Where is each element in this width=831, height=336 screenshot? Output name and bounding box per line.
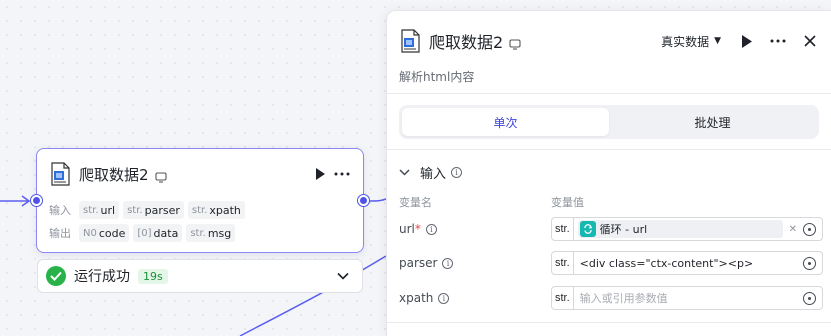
output-chip-data: [0] data [133,224,183,242]
parser-value[interactable]: <div class="ctx-content"><p> [580,257,803,270]
caret-down-icon: ▼ [714,36,721,46]
input-chip-url: str. url [79,201,120,219]
param-row-parser: parser i str. <div class="ctx-content"><… [399,251,825,275]
node-badge-icon [509,35,521,50]
close-icon[interactable] [799,30,821,52]
output-port[interactable] [358,195,369,206]
column-header-name: 变量名 [399,196,432,209]
run-node-button[interactable] [309,163,331,185]
xpath-placeholder[interactable]: 输入或引用参数值 [580,290,803,306]
loop-icon [579,221,596,237]
panel-title: 爬取数据2 [429,33,504,52]
divider [387,93,831,94]
input-chip-xpath: str. xpath [187,201,245,219]
type-tag: str. [552,218,574,240]
reference-tag: 循环 - url [577,220,783,238]
node-badge-icon [154,168,167,183]
more-options-icon[interactable] [331,163,353,185]
data-mode-label: 真实数据 [661,34,710,49]
param-name: parser i [399,256,551,270]
output-chip-msg: str. msg [186,224,236,242]
output-chip-code: N0 code [79,224,130,242]
xpath-value-field[interactable]: str. 输入或引用参数值 [551,286,823,310]
divider [387,322,831,323]
reference-picker-icon[interactable] [803,291,816,305]
info-icon[interactable]: i [438,292,450,304]
reference-picker-icon[interactable] [803,256,816,270]
reference-text: 循环 - url [599,223,648,236]
more-options-icon[interactable] [767,30,789,52]
section-title: 输入 [420,167,447,182]
chevron-down-icon[interactable] [332,265,354,287]
inputs-label: 输入 [49,204,71,217]
info-icon[interactable]: i [442,257,454,269]
duration-badge: 19s [138,268,168,284]
input-chip-parser: str. parser [123,201,184,219]
data-mode-dropdown[interactable]: 真实数据 ▼ [661,33,721,50]
param-row-url: url * i str. 循环 - url ✕ [399,217,825,241]
input-section-header[interactable]: 输入 i [399,163,463,182]
node-inputs-row: 输入 str. url str. parser str. xpath [49,201,249,219]
node-outputs-row: 输出 N0 code [0] data str. msg [49,224,239,242]
column-header-value: 变量值 [551,196,584,209]
document-app-icon [399,29,421,53]
success-check-icon [46,266,66,286]
clear-icon[interactable]: ✕ [789,224,797,235]
divider [387,149,831,150]
run-panel-button[interactable] [735,30,757,52]
reference-picker-icon[interactable] [803,222,816,236]
parser-value-field[interactable]: str. <div class="ctx-content"><p> [551,251,823,275]
outputs-label: 输出 [49,227,71,240]
node-config-panel: 爬取数据2 真实数据 ▼ 解析html内容 单次 批处理 输入 i 变量名 变量… [386,10,831,336]
url-value-field[interactable]: str. 循环 - url ✕ [551,217,823,241]
info-icon[interactable]: i [425,223,437,235]
tab-batch[interactable]: 批处理 [609,108,816,136]
input-port[interactable] [31,195,42,206]
param-name: xpath i [399,291,551,305]
document-app-icon [49,162,71,186]
status-text: 运行成功 [74,269,130,285]
tab-single[interactable]: 单次 [402,108,609,136]
run-mode-tabs: 单次 批处理 [399,105,819,139]
workflow-node-card[interactable]: 爬取数据2 输入 str. url str. parser str. xpath 输出… [36,148,364,253]
param-row-xpath: xpath i str. 输入或引用参数值 [399,286,825,310]
chevron-down-icon [399,166,410,179]
node-description: 解析html内容 [399,70,475,84]
run-status-bar[interactable]: 运行成功 19s [37,259,363,293]
node-title: 爬取数据2 [79,165,149,184]
param-name: url * i [399,222,551,236]
info-icon[interactable]: i [451,167,463,178]
type-tag: str. [552,287,574,309]
type-tag: str. [552,252,574,274]
